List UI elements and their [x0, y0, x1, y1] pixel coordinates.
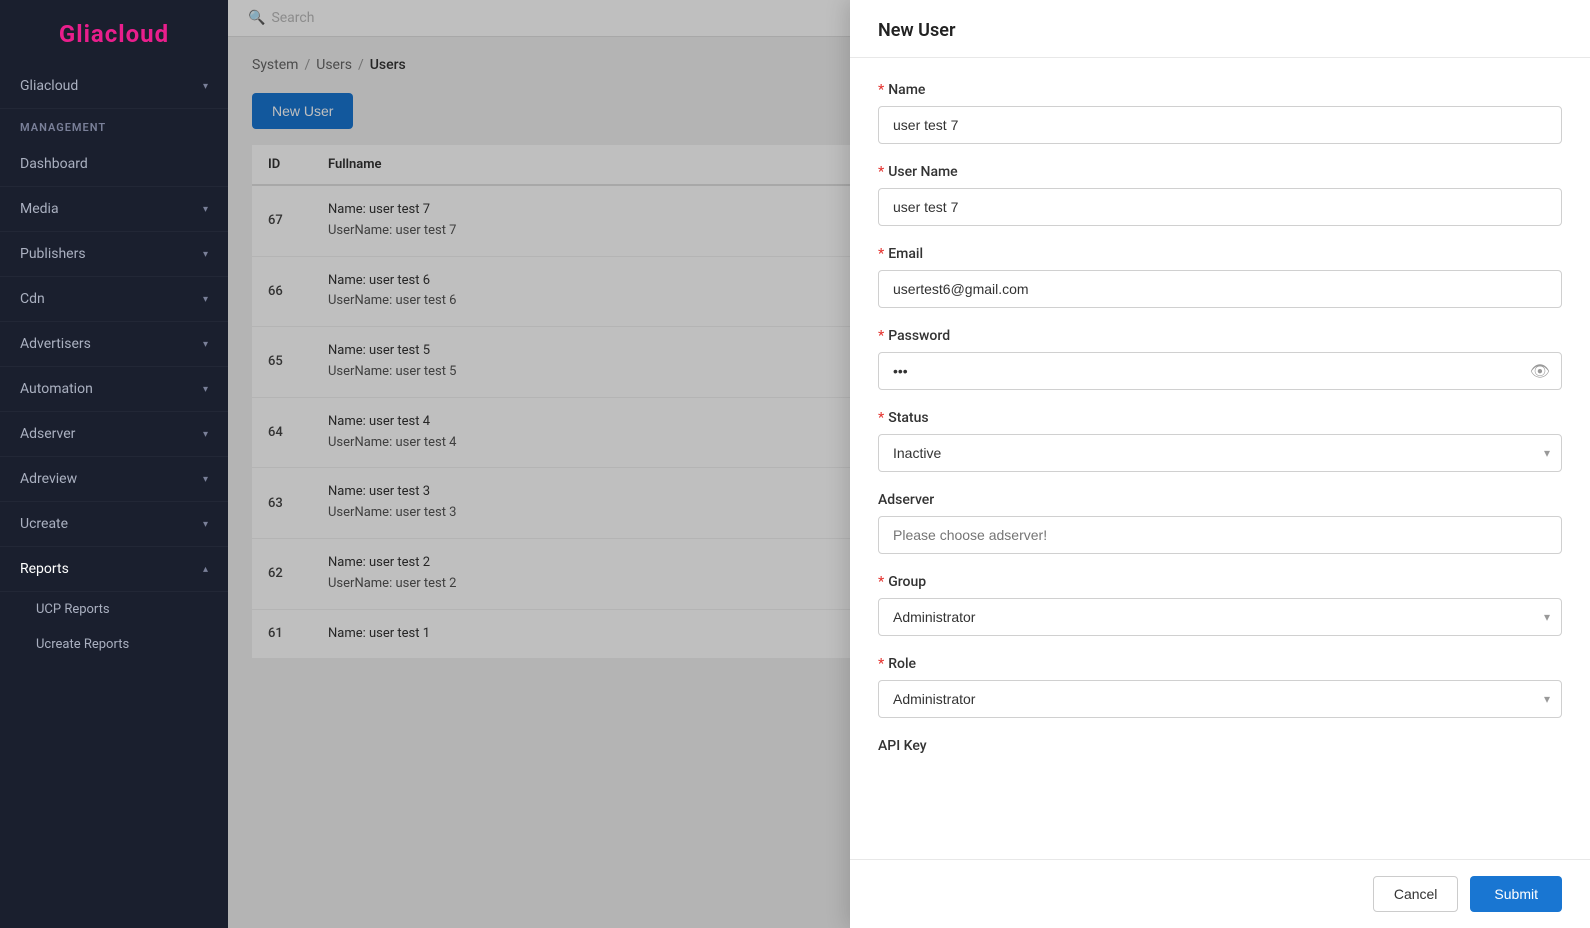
panel-title: New User: [878, 20, 1562, 41]
sidebar-item-automation[interactable]: Automation ▾: [0, 367, 228, 412]
email-input[interactable]: [878, 270, 1562, 308]
panel-header: New User: [850, 0, 1590, 58]
new-user-panel: New User * Name * User Name * Email: [850, 0, 1590, 928]
sidebar-item-adreview[interactable]: Adreview ▾: [0, 457, 228, 502]
password-input[interactable]: [878, 352, 1562, 390]
chevron-down-icon: ▾: [203, 384, 208, 395]
name-label: * Name: [878, 82, 1562, 98]
required-asterisk: *: [878, 246, 884, 262]
sidebar: Gliacloud Gliacloud ▾ MANAGEMENT Dashboa…: [0, 0, 228, 928]
adserver-label: Adserver: [878, 492, 1562, 508]
sidebar-item-adserver[interactable]: Adserver ▾: [0, 412, 228, 457]
required-asterisk: *: [878, 328, 884, 344]
sidebar-item-cdn[interactable]: Cdn ▾: [0, 277, 228, 322]
sidebar-item-gliacloud[interactable]: Gliacloud ▾: [0, 64, 228, 109]
group-label: * Group: [878, 574, 1562, 590]
status-label: * Status: [878, 410, 1562, 426]
form-group-adserver: Adserver: [878, 492, 1562, 554]
chevron-down-icon: ▾: [203, 294, 208, 305]
role-select-wrapper: Administrator User ▾: [878, 680, 1562, 718]
panel-footer: Cancel Submit: [850, 859, 1590, 928]
adserver-input[interactable]: [878, 516, 1562, 554]
chevron-down-icon: ▾: [203, 249, 208, 260]
chevron-down-icon: ▾: [203, 474, 208, 485]
chevron-down-icon: ▾: [203, 204, 208, 215]
chevron-down-icon: ▾: [203, 81, 208, 92]
group-select-wrapper: Administrator User ▾: [878, 598, 1562, 636]
api-key-label: API Key: [878, 738, 1562, 754]
form-group-status: * Status Inactive Active ▾: [878, 410, 1562, 472]
form-group-group: * Group Administrator User ▾: [878, 574, 1562, 636]
password-field-wrapper: 👁: [878, 352, 1562, 390]
role-label: * Role: [878, 656, 1562, 672]
panel-body: * Name * User Name * Email * Pass: [850, 58, 1590, 859]
management-section-label: MANAGEMENT: [0, 109, 228, 142]
sidebar-item-reports[interactable]: Reports ▴: [0, 547, 228, 592]
group-select[interactable]: Administrator User: [878, 598, 1562, 636]
chevron-up-icon: ▴: [203, 564, 208, 575]
sidebar-item-ucreate[interactable]: Ucreate ▾: [0, 502, 228, 547]
name-input[interactable]: [878, 106, 1562, 144]
required-asterisk: *: [878, 164, 884, 180]
role-select[interactable]: Administrator User: [878, 680, 1562, 718]
logo: Gliacloud: [0, 0, 228, 64]
username-input[interactable]: [878, 188, 1562, 226]
form-group-password: * Password 👁: [878, 328, 1562, 390]
sidebar-item-ucp-reports[interactable]: UCP Reports: [0, 592, 228, 627]
form-group-username: * User Name: [878, 164, 1562, 226]
password-label: * Password: [878, 328, 1562, 344]
required-asterisk: *: [878, 82, 884, 98]
required-asterisk: *: [878, 410, 884, 426]
form-group-email: * Email: [878, 246, 1562, 308]
submit-button[interactable]: Submit: [1470, 876, 1562, 912]
sidebar-item-ucreate-reports[interactable]: Ucreate Reports: [0, 627, 228, 662]
email-label: * Email: [878, 246, 1562, 262]
form-group-name: * Name: [878, 82, 1562, 144]
required-asterisk: *: [878, 574, 884, 590]
cancel-button[interactable]: Cancel: [1373, 876, 1459, 912]
required-asterisk: *: [878, 656, 884, 672]
sidebar-item-dashboard[interactable]: Dashboard: [0, 142, 228, 187]
chevron-down-icon: ▾: [203, 519, 208, 530]
form-group-api-key: API Key: [878, 738, 1562, 754]
chevron-down-icon: ▾: [203, 429, 208, 440]
toggle-password-icon[interactable]: 👁: [1530, 362, 1550, 381]
username-label: * User Name: [878, 164, 1562, 180]
status-select-wrapper: Inactive Active ▾: [878, 434, 1562, 472]
sidebar-item-media[interactable]: Media ▾: [0, 187, 228, 232]
status-select[interactable]: Inactive Active: [878, 434, 1562, 472]
form-group-role: * Role Administrator User ▾: [878, 656, 1562, 718]
sidebar-item-publishers[interactable]: Publishers ▾: [0, 232, 228, 277]
chevron-down-icon: ▾: [203, 339, 208, 350]
sidebar-item-advertisers[interactable]: Advertisers ▾: [0, 322, 228, 367]
